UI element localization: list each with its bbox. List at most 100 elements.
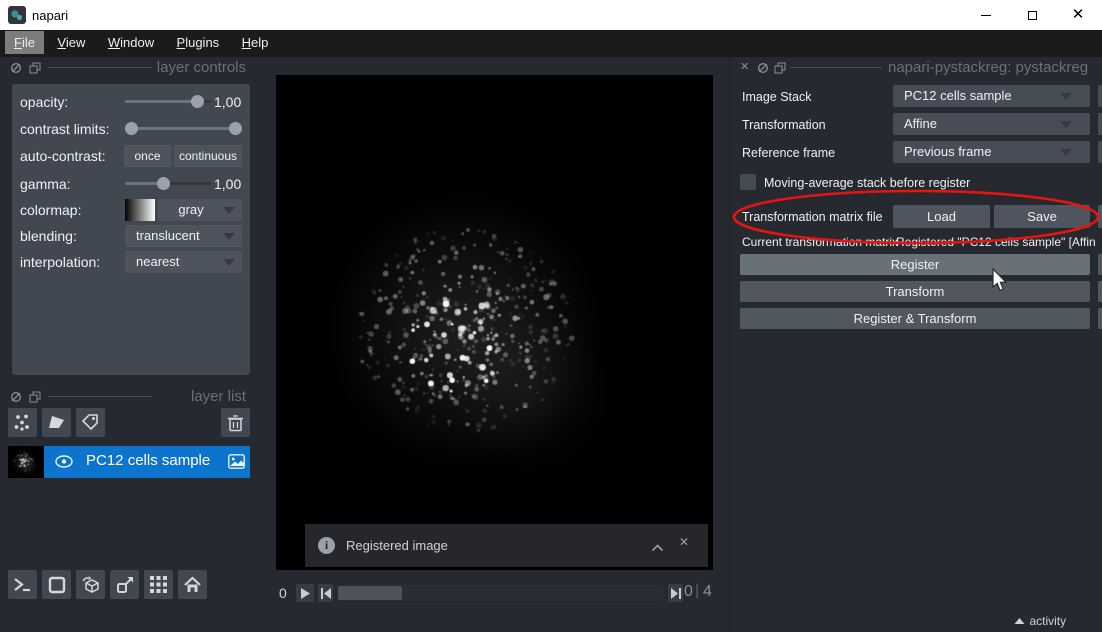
frame-slider-handle[interactable] [338,586,402,600]
viewer-canvas[interactable]: i Registered image ✕ [276,75,713,570]
register-button[interactable]: Register [740,254,1090,275]
layer-thumbnail [8,446,44,478]
continuous-button[interactable]: continuous [174,145,242,167]
register-transform-button[interactable]: Register & Transform [740,308,1090,329]
axis-label: 0 [279,585,287,601]
transformation-value: Affine [904,116,937,131]
gamma-slider[interactable] [125,182,211,185]
minimize-button[interactable] [963,0,1009,30]
layer-name: PC12 cells sample [86,452,210,469]
delete-layer-button[interactable] [221,408,250,437]
close-button[interactable]: ✕ [1055,0,1101,30]
napari-window: napari ✕ File View Window Plugins Help l… [0,0,1102,632]
new-shapes-layer-button[interactable] [42,408,71,437]
reference-frame-dropdown[interactable]: Previous frame [893,141,1090,163]
interpolation-value: nearest [136,254,179,269]
console-icon [13,576,32,593]
layer-list-title: layer list [0,388,246,405]
frame-separator: | [695,582,699,600]
clipped-widget-sliver [1098,141,1102,163]
home-reset-view-button[interactable] [178,570,207,599]
layer-row[interactable]: PC12 cells sample [44,446,250,478]
transpose-dimensions-button[interactable] [110,570,139,599]
skip-to-end-icon [671,588,681,599]
transformation-label: Transformation [742,118,826,132]
grid-view-button[interactable] [144,570,173,599]
gamma-value: 1,00 [214,176,241,192]
play-button[interactable] [296,584,314,602]
notification-text: Registered image [346,538,448,553]
hide-dock-icon[interactable] [757,61,769,79]
image-stack-dropdown[interactable]: PC12 cells sample [893,85,1090,107]
matrix-file-label: Transformation matrix file [742,210,883,224]
activity-label: activity [1029,614,1066,628]
chevron-down-icon [1060,149,1072,156]
last-frame-button[interactable] [668,584,683,602]
roll-dimensions-button[interactable] [76,570,105,599]
gamma-slider-handle[interactable] [157,177,170,190]
image-layer-type-icon [228,454,245,474]
colormap-dropdown[interactable]: gray [158,199,242,221]
menu-help[interactable]: Help [233,31,278,54]
panel-splitter[interactable] [729,57,730,632]
clipped-widget-sliver [1098,113,1102,135]
reference-frame-value: Previous frame [904,144,991,159]
opacity-slider-handle[interactable] [191,95,204,108]
once-button[interactable]: once [124,145,171,167]
first-frame-button[interactable] [318,584,333,602]
expand-notification-button[interactable] [651,539,664,557]
clipped-widget-sliver [1098,85,1102,107]
layer-visibility-eye-icon[interactable] [54,454,74,474]
minimize-icon [981,15,991,16]
skip-to-start-icon [321,588,331,599]
save-button[interactable]: Save [994,205,1090,228]
ndisplay-toggle-button[interactable] [42,570,71,599]
menu-plugins[interactable]: Plugins [168,31,229,54]
trash-icon [227,414,244,432]
colormap-label: colormap: [20,202,81,218]
current-matrix-label: Current transformation matrix [742,235,898,249]
points-icon [13,413,32,432]
opacity-label: opacity: [20,94,68,110]
interpolation-dropdown[interactable]: nearest [125,251,242,273]
blending-dropdown[interactable]: translucent [125,225,242,247]
moving-average-label: Moving-average stack before register [764,176,970,190]
opacity-slider[interactable] [125,100,211,103]
contrast-limits-label: contrast limits: [20,121,109,137]
chevron-up-icon [651,544,664,552]
new-points-layer-button[interactable] [8,408,37,437]
close-icon: ✕ [740,61,749,73]
dismiss-notification-button[interactable]: ✕ [679,535,689,549]
triangle-up-icon [1014,617,1025,625]
activity-toggle[interactable]: activity [1014,612,1066,630]
auto-contrast-label: auto-contrast: [20,148,106,164]
contrast-high-handle[interactable] [229,122,242,135]
grid-icon [150,576,167,593]
contrast-low-handle[interactable] [125,122,138,135]
colormap-gradient-swatch [125,199,155,221]
frame-slider[interactable] [337,585,664,601]
current-matrix-value: Registered "PC12 cells sample" [Affine] [896,235,1096,249]
current-frame: 0 [684,583,693,601]
home-icon [183,576,202,594]
colormap-value: gray [158,202,224,217]
chevron-down-icon [223,259,235,266]
notification-bar[interactable]: i Registered image ✕ [305,524,708,567]
contrast-limits-slider[interactable] [125,127,242,130]
load-button[interactable]: Load [893,205,990,228]
float-dock-icon[interactable] [774,61,786,79]
opacity-value: 1,00 [214,94,241,110]
transformation-dropdown[interactable]: Affine [893,113,1090,135]
close-dock-button[interactable]: ✕ [740,60,749,73]
clipped-widget-sliver [1098,281,1102,302]
maximize-button[interactable] [1009,0,1055,30]
transform-button[interactable]: Transform [740,281,1090,302]
new-labels-layer-button[interactable] [76,408,105,437]
moving-average-checkbox[interactable] [740,174,756,190]
console-button[interactable] [8,570,37,599]
menu-window[interactable]: Window [99,31,163,54]
close-icon: ✕ [679,535,689,549]
clipped-widget-sliver [1098,254,1102,275]
menu-view[interactable]: View [48,31,94,54]
menu-file[interactable]: File [5,31,44,54]
